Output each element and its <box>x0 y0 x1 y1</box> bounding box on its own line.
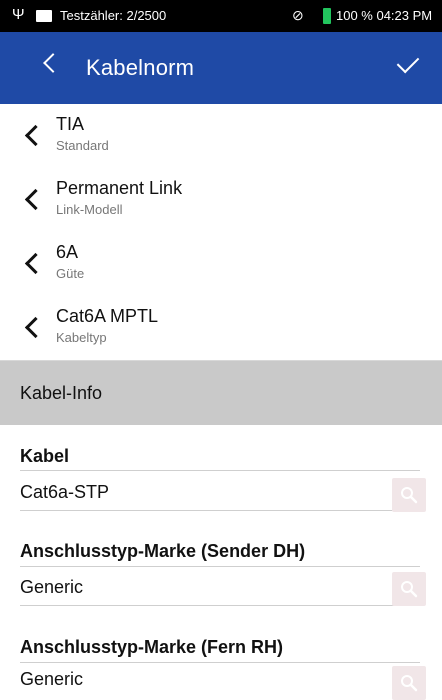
setting-value: Cat6A MPTL <box>56 306 159 326</box>
setting-value: TIA <box>56 114 85 134</box>
connector-sender-search-button[interactable] <box>392 572 426 606</box>
setting-standard[interactable]: TIA Standard <box>0 104 442 169</box>
cable-value[interactable]: Cat6a-STP <box>20 482 109 503</box>
search-icon <box>401 487 418 504</box>
setting-label: Standard <box>56 138 109 153</box>
confirm-check-icon[interactable] <box>396 50 420 74</box>
connector-sender-value[interactable]: Generic <box>20 577 83 598</box>
status-bar: Ψ Testzähler: 2/2500 ⊘ 100 % 04:23 PM <box>0 0 442 32</box>
chevron-left-icon <box>24 188 47 211</box>
back-icon[interactable] <box>43 53 63 73</box>
setting-cable-type[interactable]: Cat6A MPTL Kabeltyp <box>0 296 442 361</box>
search-icon <box>401 581 418 598</box>
connector-remote-search-button[interactable] <box>392 666 426 700</box>
connector-remote-value[interactable]: Generic <box>20 669 83 690</box>
setting-link-model[interactable]: Permanent Link Link-Modell <box>0 168 442 233</box>
search-icon <box>401 675 418 692</box>
chevron-left-icon <box>24 316 47 339</box>
setting-label: Güte <box>56 266 85 281</box>
setting-value: Permanent Link <box>56 178 183 198</box>
setting-label: Kabeltyp <box>56 330 107 345</box>
setting-value: 6A <box>56 242 79 262</box>
folder-icon <box>36 10 52 22</box>
divider <box>20 470 420 471</box>
divider <box>20 605 420 606</box>
page-title: Kabelnorm <box>86 55 195 80</box>
field-title-connector-sender: Anschlusstyp-Marke (Sender DH) <box>20 541 306 561</box>
section-header: Kabel-Info <box>0 361 442 425</box>
battery-time: 100 % 04:23 PM <box>336 8 433 23</box>
wifi-off-icon: ⊘ <box>292 7 304 23</box>
app-bar: Kabelnorm <box>0 32 442 104</box>
divider <box>20 662 420 663</box>
battery-icon <box>323 8 331 24</box>
usb-icon: Ψ <box>12 6 25 23</box>
section-title: Kabel-Info <box>20 383 103 403</box>
chevron-left-icon <box>24 124 47 147</box>
field-title-cable: Kabel <box>20 446 70 466</box>
setting-grade[interactable]: 6A Güte <box>0 232 442 297</box>
divider <box>20 510 420 511</box>
cable-search-button[interactable] <box>392 478 426 512</box>
field-title-connector-remote: Anschlusstyp-Marke (Fern RH) <box>20 637 284 657</box>
test-counter: Testzähler: 2/2500 <box>60 8 167 23</box>
divider <box>20 566 420 567</box>
chevron-left-icon <box>24 252 47 275</box>
setting-label: Link-Modell <box>56 202 123 217</box>
